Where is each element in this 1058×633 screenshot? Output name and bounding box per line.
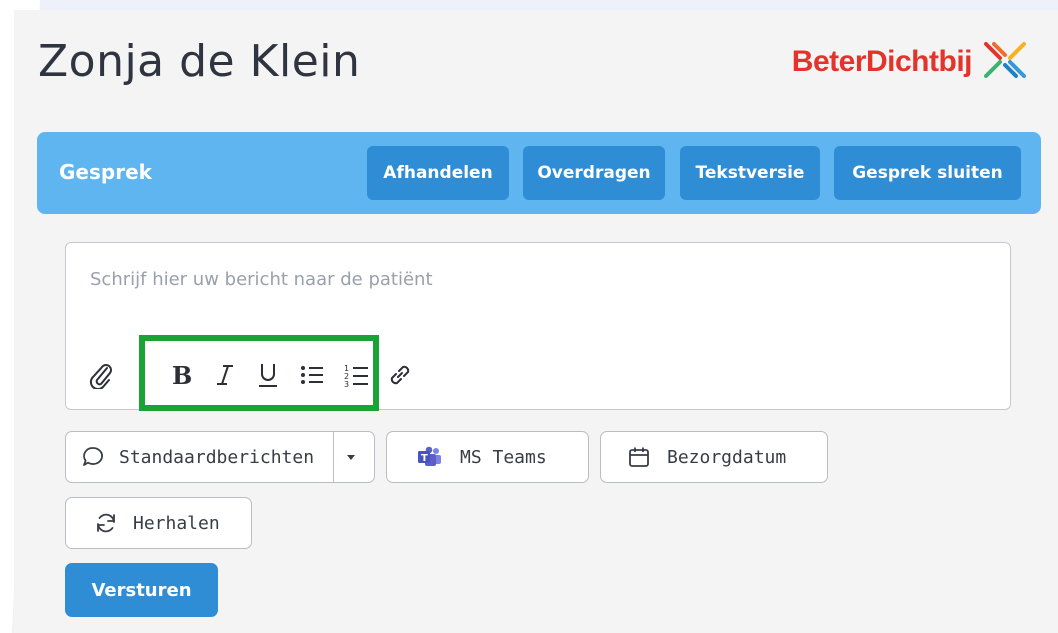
brand-logo: BeterDichtbij (792, 40, 1028, 84)
standard-messages-split-button: Standaardberichten (65, 431, 375, 483)
bullet-list-icon[interactable] (298, 361, 326, 389)
svg-text:3: 3 (344, 380, 349, 388)
ms-teams-icon: T (417, 445, 443, 469)
underline-icon[interactable] (254, 361, 282, 389)
overdragen-button[interactable]: Overdragen (523, 146, 665, 200)
conversation-title: Gesprek (59, 160, 152, 184)
send-button[interactable]: Versturen (65, 563, 218, 617)
refresh-icon (94, 511, 118, 535)
standard-messages-button[interactable]: Standaardberichten (119, 447, 314, 468)
calendar-icon (627, 445, 651, 469)
repeat-label: Herhalen (133, 513, 220, 534)
message-editor[interactable]: Schrijf hier uw bericht naar de patiënt … (65, 242, 1011, 411)
x-cross-logo-icon (982, 40, 1028, 84)
chevron-down-icon[interactable] (345, 451, 357, 463)
brand-logo-text: BeterDichtbij (791, 45, 973, 78)
ms-teams-button[interactable]: T MS Teams (386, 431, 589, 483)
italic-icon[interactable] (211, 361, 239, 389)
split-divider (333, 432, 334, 482)
tekstversie-button[interactable]: Tekstversie (680, 146, 820, 200)
svg-text:B: B (172, 362, 191, 388)
gesprek-sluiten-button[interactable]: Gesprek sluiten (834, 146, 1021, 200)
page-title: Zonja de Klein (38, 36, 361, 87)
numbered-list-icon[interactable]: 1 2 3 (343, 361, 371, 389)
speech-bubble-icon (81, 445, 105, 469)
svg-text:T: T (421, 453, 428, 464)
bold-icon[interactable]: B (166, 361, 194, 389)
repeat-button[interactable]: Herhalen (65, 497, 252, 549)
delivery-date-label: Bezorgdatum (667, 447, 787, 468)
conversation-header: Gesprek Afhandelen Overdragen Tekstversi… (37, 132, 1041, 214)
paperclip-icon[interactable] (88, 361, 114, 393)
link-icon[interactable] (386, 361, 414, 389)
afhandelen-button[interactable]: Afhandelen (367, 146, 509, 200)
message-input-placeholder: Schrijf hier uw bericht naar de patiënt (90, 269, 433, 290)
delivery-date-button[interactable]: Bezorgdatum (600, 431, 828, 483)
ms-teams-label: MS Teams (460, 447, 547, 468)
